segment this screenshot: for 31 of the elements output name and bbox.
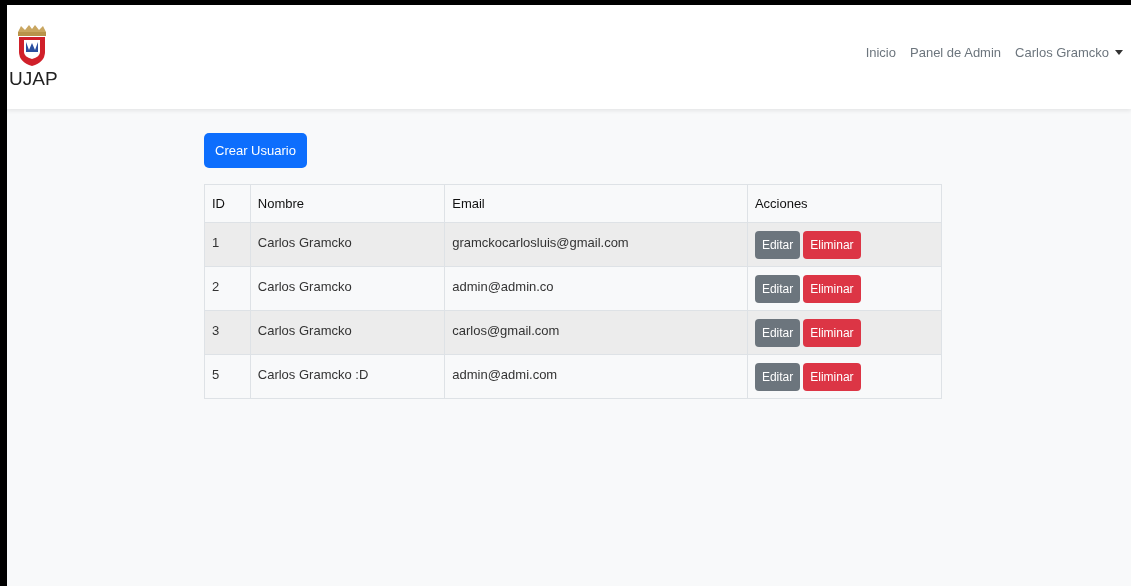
edit-button[interactable]: Editar xyxy=(754,363,801,391)
column-header: Acciones xyxy=(747,184,942,223)
table-cell: Carlos Gramcko xyxy=(250,266,445,311)
crest-logo-icon xyxy=(15,24,49,68)
edit-button[interactable]: Editar xyxy=(754,275,801,303)
table-cell: 5 xyxy=(204,354,251,399)
nav-link[interactable]: Inicio xyxy=(865,44,896,60)
table-cell: Carlos Gramcko xyxy=(250,310,445,355)
column-header: Email xyxy=(444,184,748,223)
delete-button[interactable]: Eliminar xyxy=(803,363,861,391)
create-user-button[interactable]: Crear Usuario xyxy=(204,133,307,168)
table-cell: admin@admi.com xyxy=(444,354,748,399)
brand-name[interactable]: UJAP xyxy=(9,68,58,90)
column-header: Nombre xyxy=(250,184,445,223)
edit-button[interactable]: Editar xyxy=(754,231,801,259)
table-cell: carlos@gmail.com xyxy=(444,310,748,355)
edit-button[interactable]: Editar xyxy=(754,319,801,347)
table-cell: 3 xyxy=(204,310,251,355)
table-cell: gramckocarlosluis@gmail.com xyxy=(444,222,748,267)
delete-button[interactable]: Eliminar xyxy=(803,275,861,303)
table-cell: 2 xyxy=(204,266,251,311)
column-header: ID xyxy=(204,184,251,223)
delete-button[interactable]: Eliminar xyxy=(803,231,861,259)
table-cell: admin@admin.co xyxy=(444,266,748,311)
table-cell: 1 xyxy=(204,222,251,267)
user-menu[interactable]: Carlos Gramcko xyxy=(1015,44,1123,60)
delete-button[interactable]: Eliminar xyxy=(803,319,861,347)
table-cell: Carlos Gramcko :D xyxy=(250,354,445,399)
table-cell: Carlos Gramcko xyxy=(250,222,445,267)
nav-link[interactable]: Panel de Admin xyxy=(910,44,1002,60)
caret-icon xyxy=(1115,49,1123,55)
